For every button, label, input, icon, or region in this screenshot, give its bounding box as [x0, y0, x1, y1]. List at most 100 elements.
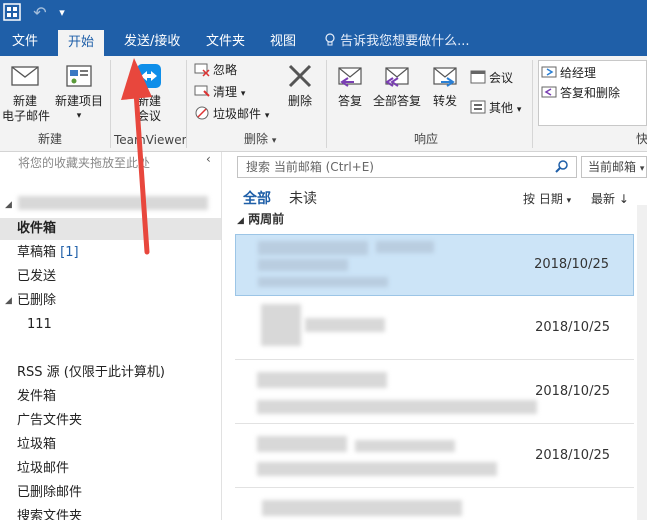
junk-label: 垃圾邮件 [213, 107, 262, 121]
collapse-pane-icon[interactable]: ‹ [206, 152, 211, 166]
new-items-label: 新建项目 [54, 94, 103, 108]
folder-pane: 将您的收藏夹拖放至此处 ‹ ◢ 收件箱 草稿箱 [1] 已发送 ◢ 已删除 11… [0, 152, 222, 520]
folder-sent[interactable]: 已发送 [17, 266, 56, 288]
filter-unread[interactable]: 未读 [289, 188, 317, 208]
delete-label: 删除 [287, 94, 312, 108]
folder-rss[interactable]: RSS 源 (仅限于此计算机) [17, 362, 165, 384]
drafts-count: [1] [60, 245, 79, 260]
folder-deleted[interactable]: 已删除 [17, 290, 56, 312]
mail-date: 2018/10/25 [535, 320, 610, 335]
preview-blurred [257, 462, 497, 476]
reply-all-icon [381, 60, 413, 92]
sort-order[interactable]: 最新 ↓ [591, 190, 629, 207]
sender-blurred [257, 372, 387, 388]
clean-up-button[interactable]: 清理 ▾ [194, 82, 245, 102]
meeting-label: 会议 [489, 71, 514, 85]
new-items-button[interactable]: 新建项目 ▾ [52, 60, 106, 124]
quick-step-to-manager[interactable]: 给经理 [541, 63, 596, 83]
more-dropdown-icon: ▾ [516, 105, 522, 115]
mail-date: 2018/10/25 [535, 384, 610, 399]
reply-all-button[interactable]: 全部答复 [370, 60, 424, 109]
folder-drafts[interactable]: 草稿箱 [1] [17, 242, 79, 264]
sort-by-date[interactable]: 按 日期 ▾ [523, 190, 571, 207]
new-email-label: 新建 电子邮件 [2, 94, 51, 123]
tab-folder[interactable]: 文件夹 [196, 26, 255, 56]
reply-button[interactable]: 答复 [332, 60, 368, 109]
expand-account-icon[interactable]: ◢ [5, 200, 12, 210]
delete-x-icon [284, 60, 316, 92]
mail-row[interactable]: 2018/10/25 [235, 298, 634, 360]
folder-111[interactable]: 111 [27, 314, 52, 336]
message-list-scrollbar[interactable] [637, 205, 647, 520]
quick-step-reply-delete[interactable]: 答复和删除 [541, 83, 620, 103]
search-scope-dropdown[interactable]: 当前邮箱 ▾ [581, 156, 647, 178]
ribbon: 新建 电子邮件 新建项目 ▾ 新建 新建 会议 TeamViewer 忽略 清理… [0, 56, 647, 152]
tell-me-box[interactable]: 告诉我您想要做什么... [324, 26, 470, 56]
account-name-blurred [18, 196, 208, 210]
favorites-hint: 将您的收藏夹拖放至此处 [18, 156, 151, 170]
folder-inbox[interactable]: 收件箱 [0, 218, 221, 240]
tell-me-text: 告诉我您想要做什么... [340, 34, 470, 49]
lightbulb-icon [324, 33, 340, 49]
ignore-button[interactable]: 忽略 [194, 60, 237, 80]
group-label-new: 新建 [38, 132, 63, 146]
clean-up-icon [194, 83, 210, 99]
forward-label: 转发 [432, 94, 457, 108]
title-bar: ↶ ▾ [0, 0, 647, 26]
quick-access-dropdown-icon[interactable]: ▾ [52, 3, 72, 23]
group-header[interactable]: ◢ 两周前 [237, 210, 637, 228]
search-input[interactable]: 搜索 当前邮箱 (Ctrl+E) [246, 157, 374, 177]
mail-row[interactable]: 2018/10/25 [235, 362, 634, 424]
undo-icon[interactable]: ↶ [30, 3, 50, 23]
new-meeting-label: 新建 会议 [136, 94, 161, 123]
junk-button[interactable]: 垃圾邮件 ▾ [194, 104, 269, 124]
outlook-app-icon[interactable] [2, 3, 22, 23]
teamviewer-icon [133, 60, 165, 92]
forward-button[interactable]: 转发 [426, 60, 464, 109]
filter-bar: 全部 未读 [243, 188, 317, 208]
ribbon-tabs: 文件 开始 发送/接收 文件夹 视图 告诉我您想要做什么... [0, 26, 647, 56]
mail-row[interactable]: 2018/10/25 [235, 426, 634, 488]
folder-deleted-mail[interactable]: 已删除邮件 [17, 482, 82, 504]
more-respond-button[interactable]: 其他 ▾ [470, 98, 521, 118]
expand-deleted-icon[interactable]: ◢ [5, 296, 12, 306]
to-manager-icon [541, 64, 557, 80]
quick-steps-gallery: 给经理 答复和删除 [538, 60, 647, 126]
ribbon-separator [110, 60, 111, 148]
new-email-icon [9, 60, 41, 92]
search-box[interactable]: 搜索 当前邮箱 (Ctrl+E) [237, 156, 577, 178]
folder-junk[interactable]: 垃圾邮件 [17, 458, 69, 480]
ribbon-separator [532, 60, 533, 148]
meeting-reply-button[interactable]: 会议 [470, 68, 513, 88]
reply-delete-icon [541, 84, 557, 100]
tab-view[interactable]: 视图 [260, 26, 306, 56]
folder-search[interactable]: 搜索文件夹 [17, 506, 82, 520]
mail-row[interactable]: 2018/10/25 [235, 234, 634, 296]
ignore-icon [194, 61, 210, 77]
new-meeting-button[interactable]: 新建 会议 [126, 60, 172, 124]
folder-ads[interactable]: 广告文件夹 [17, 410, 82, 432]
ribbon-separator [186, 60, 187, 148]
search-icon[interactable] [554, 159, 570, 175]
to-manager-label: 给经理 [560, 66, 597, 80]
delete-button[interactable]: 删除 [280, 60, 320, 109]
group-label-respond: 响应 [414, 132, 439, 146]
new-email-button[interactable]: 新建 电子邮件 [2, 60, 51, 124]
sender-blurred [261, 304, 301, 346]
more-icon [470, 99, 486, 115]
tab-home[interactable]: 开始 [58, 30, 105, 56]
clean-up-label: 清理 [213, 85, 238, 99]
group-label-delete: 删除 ▾ [244, 132, 277, 146]
reply-icon [334, 60, 366, 92]
next-row-blurred [262, 500, 462, 516]
sender-blurred [257, 436, 347, 452]
folder-outbox[interactable]: 发件箱 [17, 386, 56, 408]
reply-label: 答复 [337, 94, 362, 108]
preview-blurred [257, 400, 537, 414]
folder-trash[interactable]: 垃圾箱 [17, 434, 56, 456]
sender-blurred [258, 241, 368, 255]
filter-all[interactable]: 全部 [243, 191, 271, 207]
tab-send-receive[interactable]: 发送/接收 [114, 26, 190, 56]
forward-icon [429, 60, 461, 92]
tab-file[interactable]: 文件 [2, 26, 48, 56]
